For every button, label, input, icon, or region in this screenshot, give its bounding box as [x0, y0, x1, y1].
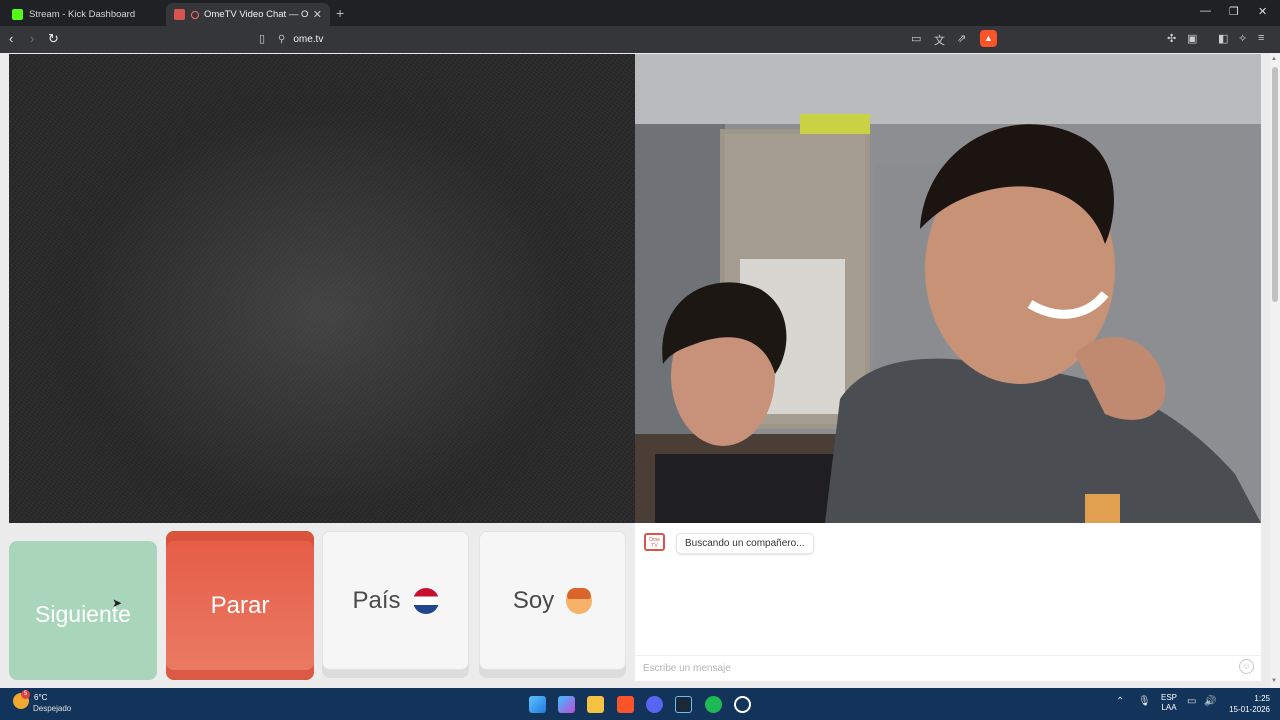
chat-panel: Ome TV Buscando un compañero... Escribe …	[635, 523, 1261, 681]
back-icon[interactable]: ‹	[9, 31, 13, 46]
discord-icon[interactable]	[646, 696, 663, 713]
show-hidden-icons-icon[interactable]: ⌃	[1116, 696, 1124, 707]
scroll-thumb[interactable]	[1272, 67, 1278, 302]
clock-time: 1:25	[1254, 694, 1270, 703]
stop-button[interactable]: Parar	[166, 531, 314, 680]
new-tab-icon[interactable]: +	[336, 5, 344, 21]
translate-icon[interactable]: 文	[934, 32, 945, 48]
netherlands-flag-icon	[412, 587, 439, 614]
forward-icon[interactable]: ›	[30, 31, 34, 46]
restore-icon[interactable]: ❐	[1229, 5, 1239, 18]
minimize-icon[interactable]: —	[1200, 5, 1211, 17]
clock-date: 15-01-2026	[1229, 705, 1270, 714]
site-settings-icon[interactable]: ⚲	[278, 34, 285, 45]
bookmark-icon[interactable]: ▯	[259, 32, 265, 45]
brave-browser-icon[interactable]	[617, 696, 634, 713]
stranger-video-frame	[635, 54, 1261, 523]
volume-icon[interactable]: 🔊	[1204, 696, 1216, 707]
menu-icon[interactable]: ≡	[1258, 32, 1264, 44]
kick-favicon-icon	[12, 9, 23, 20]
spotify-icon[interactable]	[705, 696, 722, 713]
tab-kick-dashboard[interactable]: Stream - Kick Dashboard	[4, 3, 164, 26]
windows-taskbar: 5 6°C Despejado ⌃ 🎙 ESP LAA ▭ 🔊 1:25 15-…	[0, 688, 1280, 720]
address-toolbar: ‹ › ↻ ▯ ⚲ ome.tv ▭ 文 ⇗ ▲ ✣ ▣ ◧ ✧ ≡	[0, 26, 1280, 53]
scroll-down-icon[interactable]: ▼	[1271, 678, 1277, 684]
tab-strip: Stream - Kick Dashboard OmeTV Video Chat…	[0, 0, 1280, 26]
country-label: País	[352, 586, 401, 614]
message-placeholder: Escribe un mensaje	[643, 663, 731, 674]
microphone-icon[interactable]: 🎙	[1138, 696, 1151, 707]
close-window-icon[interactable]: ✕	[1258, 5, 1267, 18]
tab-title: OmeTV Video Chat — Omegl	[204, 9, 309, 20]
ometv-logo-icon: Ome TV	[644, 533, 665, 551]
country-selector-button[interactable]: País	[322, 531, 469, 670]
extensions-icon[interactable]: ✣	[1167, 32, 1176, 45]
weather-badge: 5	[21, 690, 30, 699]
tab-ometv[interactable]: OmeTV Video Chat — Omegl ✕	[166, 3, 330, 26]
scroll-up-icon[interactable]: ▲	[1271, 56, 1277, 62]
status-message: Buscando un compañero...	[676, 533, 814, 554]
mouse-cursor-icon: ➤	[112, 596, 123, 610]
stranger-video-view	[635, 54, 1261, 523]
obs-icon[interactable]	[734, 696, 751, 713]
file-explorer-icon[interactable]	[587, 696, 604, 713]
share-icon[interactable]: ⇗	[957, 32, 966, 45]
brave-shields-icon[interactable]: ▲	[980, 30, 997, 47]
close-tab-icon[interactable]: ✕	[313, 8, 322, 21]
message-input[interactable]: Escribe un mensaje	[635, 655, 1261, 681]
wallet-icon[interactable]: ▣	[1187, 32, 1197, 45]
steam-icon[interactable]	[675, 696, 692, 713]
language-indicator[interactable]: ESP LAA	[1161, 693, 1177, 713]
stop-label: Parar	[210, 591, 270, 619]
weather-description: Despejado	[33, 704, 72, 713]
language-code: ESP	[1161, 693, 1178, 702]
network-icon[interactable]: ▭	[1187, 696, 1196, 707]
leo-ai-icon[interactable]: ✧	[1238, 32, 1247, 45]
ometv-favicon-icon	[174, 9, 185, 20]
gender-label: Soy	[512, 586, 555, 614]
emoji-picker-icon[interactable]: ☺	[1239, 659, 1254, 674]
ometv-page: Siguiente Parar País Soy ➤ Ome TV Buscan…	[0, 53, 1280, 688]
tab-title: Stream - Kick Dashboard	[29, 9, 136, 20]
copilot-icon[interactable]	[558, 696, 575, 713]
local-camera-view	[9, 54, 635, 523]
start-icon[interactable]	[529, 696, 546, 713]
recording-indicator-icon	[191, 10, 199, 19]
next-button[interactable]: Siguiente	[9, 541, 157, 680]
page-scrollbar[interactable]: ▲ ▼	[1270, 53, 1280, 688]
boy-avatar-icon	[566, 587, 593, 614]
system-clock[interactable]: 1:25 15-01-2026	[1224, 693, 1270, 715]
weather-temperature: 6°C	[34, 693, 48, 702]
reload-icon[interactable]: ↻	[48, 31, 59, 47]
omnibox[interactable]: ⚲ ome.tv	[278, 29, 998, 50]
gender-selector-button[interactable]: Soy	[479, 531, 626, 670]
url-text: ome.tv	[293, 34, 324, 45]
sidebar-icon[interactable]: ◧	[1218, 32, 1228, 45]
cast-icon[interactable]: ▭	[911, 32, 921, 45]
keyboard-layout: LAA	[1161, 703, 1177, 712]
